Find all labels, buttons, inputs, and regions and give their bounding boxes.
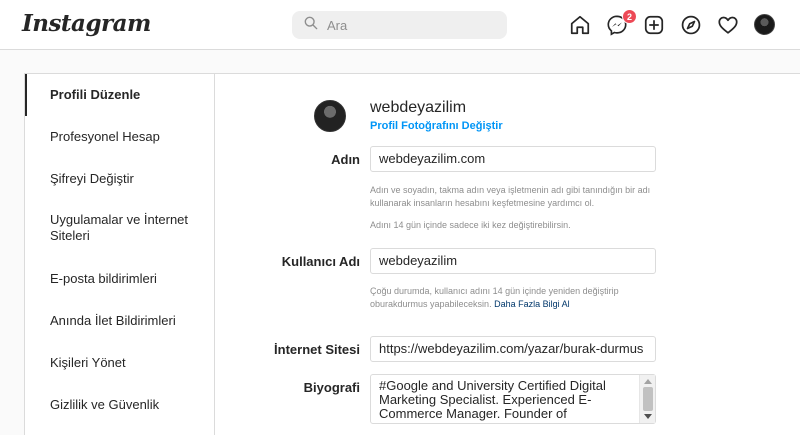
sidebar-item-privacy-security[interactable]: Gizlilik ve Güvenlik [25, 384, 214, 426]
nav-icons: 2 [569, 9, 776, 36]
profile-avatar-icon[interactable] [754, 14, 776, 36]
explore-icon[interactable] [680, 14, 702, 36]
sidebar-item-change-password[interactable]: Şifreyi Değiştir [25, 158, 214, 200]
profile-username: webdeyazilim [370, 99, 467, 116]
learn-more-link[interactable]: Daha Fazla Bilgi Al [494, 299, 570, 309]
website-field[interactable]: https://webdeyazilim.com/yazar/burak-dur… [370, 336, 656, 362]
scroll-thumb[interactable] [643, 387, 653, 411]
instagram-logo[interactable]: Instagram [22, 10, 151, 37]
avatar [754, 14, 775, 35]
username-field[interactable]: webdeyazilim [370, 248, 656, 274]
name-change-limit-text: Adını 14 gün içinde sadece iki kez değiş… [370, 220, 571, 230]
sidebar-item-email-notifications[interactable]: E-posta bildirimleri [25, 258, 214, 300]
change-photo-link[interactable]: Profil Fotoğrafını Değiştir [370, 120, 503, 132]
new-post-icon[interactable] [643, 14, 665, 36]
scroll-up-arrow[interactable] [644, 379, 652, 384]
profile-avatar[interactable] [314, 100, 346, 132]
sidebar-item-push-notifications[interactable]: Anında İlet Bildirimleri [25, 300, 214, 342]
website-label: İnternet Sitesi [274, 342, 360, 357]
sidebar-item-edit-profile[interactable]: Profili Düzenle [25, 74, 214, 116]
scroll-down-arrow[interactable] [644, 414, 652, 419]
settings-sidebar: Profili Düzenle Profesyonel Hesap Şifrey… [25, 74, 215, 435]
username-label: Kullanıcı Adı [281, 254, 360, 269]
search-box[interactable] [292, 11, 507, 39]
messages-badge: 2 [622, 9, 637, 24]
bio-label: Biyografi [303, 380, 360, 395]
search-icon [304, 16, 318, 35]
name-field[interactable]: webdeyazilim.com [370, 146, 656, 172]
sidebar-item-manage-contacts[interactable]: Kişileri Yönet [25, 342, 214, 384]
messenger-icon[interactable]: 2 [606, 9, 637, 36]
username-help-text: Çoğu durumda, kullanıcı adını 14 gün içi… [370, 285, 660, 311]
sidebar-item-apps-websites[interactable]: Uygulamalar ve İnternet Siteleri [25, 205, 195, 253]
home-icon[interactable] [569, 14, 591, 36]
name-label: Adın [331, 152, 360, 167]
sidebar-item-professional-account[interactable]: Profesyonel Hesap [25, 116, 214, 158]
settings-card: Profili Düzenle Profesyonel Hesap Şifrey… [24, 73, 800, 435]
top-navbar: Instagram 2 [0, 0, 800, 50]
bio-scrollbar[interactable] [639, 375, 655, 423]
heart-icon[interactable] [717, 14, 739, 36]
bio-textarea[interactable]: #Google and University Certified Digital… [370, 374, 656, 424]
search-input[interactable] [327, 17, 497, 33]
edit-profile-form: webdeyazilim Profil Fotoğrafını Değiştir… [215, 74, 800, 435]
name-help-text: Adın ve soyadın, takma adın veya işletme… [370, 185, 651, 208]
